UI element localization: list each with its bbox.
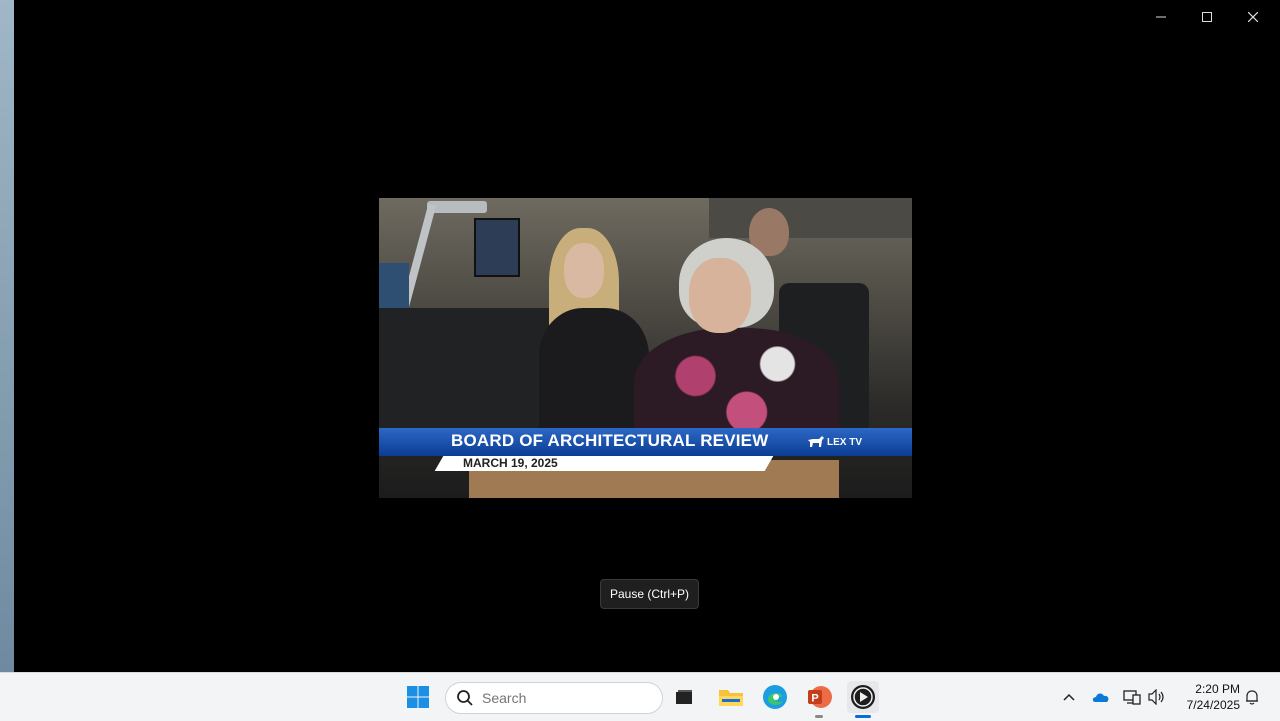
taskbar-search[interactable]: [445, 682, 663, 714]
scene-lamp-head: [427, 201, 487, 213]
clock-time: 2:20 PM: [1195, 682, 1240, 696]
clock-date: 7/24/2025: [1186, 698, 1240, 712]
search-icon: [457, 690, 473, 706]
media-player-icon: [851, 685, 875, 709]
media-player-window[interactable]: BOARD OF ARCHITECTURAL REVIEW LEX TV MAR…: [14, 0, 1280, 672]
notification-button[interactable]: [1241, 685, 1263, 709]
minimize-icon: [1156, 16, 1166, 18]
scene-monitor: [474, 218, 520, 277]
maximize-icon: [1202, 12, 1212, 22]
scene-wall: [709, 198, 912, 238]
volume-button[interactable]: [1146, 685, 1168, 709]
powerpoint-running-indicator: [815, 715, 823, 718]
powerpoint-icon: P: [808, 686, 832, 708]
svg-text:P: P: [811, 693, 818, 705]
powerpoint-button[interactable]: P: [803, 681, 835, 713]
network-button[interactable]: [1121, 685, 1143, 709]
start-button[interactable]: [402, 681, 434, 713]
media-player-active-indicator: [855, 715, 871, 718]
scene-person-body: [539, 308, 649, 428]
onedrive-icon: [1092, 693, 1109, 702]
maximize-button[interactable]: [1184, 4, 1230, 30]
file-explorer-icon: [719, 690, 743, 706]
media-player-button[interactable]: [847, 681, 879, 713]
scene-speaker-face: [689, 258, 751, 333]
notification-icon: [1246, 690, 1258, 705]
file-explorer-button[interactable]: [715, 681, 747, 713]
task-view-icon: [676, 690, 692, 704]
banner-title: BOARD OF ARCHITECTURAL REVIEW: [451, 431, 769, 450]
close-button[interactable]: [1230, 4, 1276, 30]
search-input[interactable]: [480, 689, 644, 707]
scene-monitor-left: [379, 263, 409, 308]
show-hidden-icons-button[interactable]: [1058, 685, 1080, 709]
horse-logo-icon: [808, 436, 824, 447]
pause-tooltip: Pause (Ctrl+P): [600, 579, 700, 609]
edge-browser-button[interactable]: [759, 681, 791, 713]
network-icon: [1123, 690, 1141, 705]
banner-date: MARCH 19, 2025: [463, 456, 558, 470]
edge-icon: [763, 685, 787, 709]
chevron-up-icon: [1063, 693, 1075, 701]
start-icon: [407, 686, 429, 708]
scene-console: [379, 308, 549, 428]
video-frame[interactable]: BOARD OF ARCHITECTURAL REVIEW LEX TV MAR…: [379, 198, 912, 498]
taskbar-clock[interactable]: 2:20 PM 7/24/2025: [1178, 681, 1240, 713]
taskbar: P 2:20 PM 7/24/2025: [0, 672, 1280, 721]
desktop-background: [0, 0, 14, 672]
channel-logo: LEX TV: [827, 437, 863, 448]
volume-icon: [1148, 689, 1164, 705]
task-view-button[interactable]: [668, 681, 700, 713]
minimize-button[interactable]: [1138, 4, 1184, 30]
onedrive-button[interactable]: [1090, 685, 1112, 709]
close-icon: [1248, 12, 1258, 22]
scene-person-face: [564, 243, 604, 298]
